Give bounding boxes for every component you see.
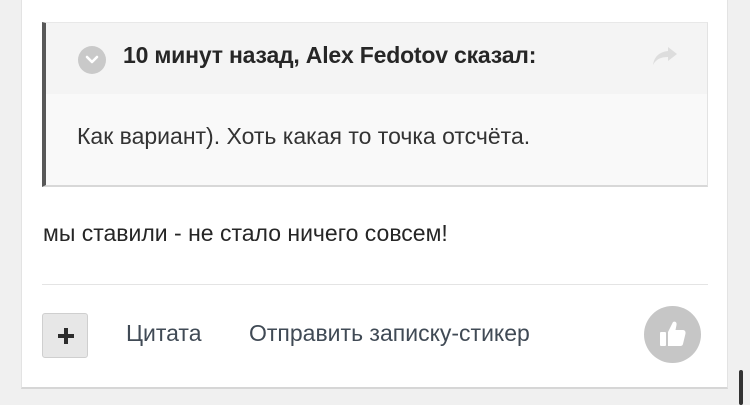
thumbs-up-icon [660, 321, 686, 346]
quote-body: Как вариант). Хоть какая то точка отсчёт… [77, 123, 531, 149]
share-icon[interactable] [651, 45, 679, 72]
reaction-button[interactable] [644, 306, 701, 363]
scrollbar-thumb[interactable] [739, 370, 743, 405]
divider [42, 284, 708, 285]
multiquote-button[interactable] [42, 313, 88, 358]
send-sticker-link[interactable]: Отправить записку-стикер [249, 320, 530, 347]
post-text: мы ставили - не стало ничего совсем! [43, 220, 448, 246]
blockquote: 10 минут назад, Alex Fedotov сказал: Как… [42, 22, 708, 187]
quote-header: 10 минут назад, Alex Fedotov сказал: [46, 23, 707, 94]
quote-citation: 10 минут назад, Alex Fedotov сказал: [123, 42, 537, 68]
chevron-down-icon[interactable] [78, 46, 106, 74]
plus-icon [58, 328, 74, 344]
quote-link[interactable]: Цитата [126, 320, 202, 347]
